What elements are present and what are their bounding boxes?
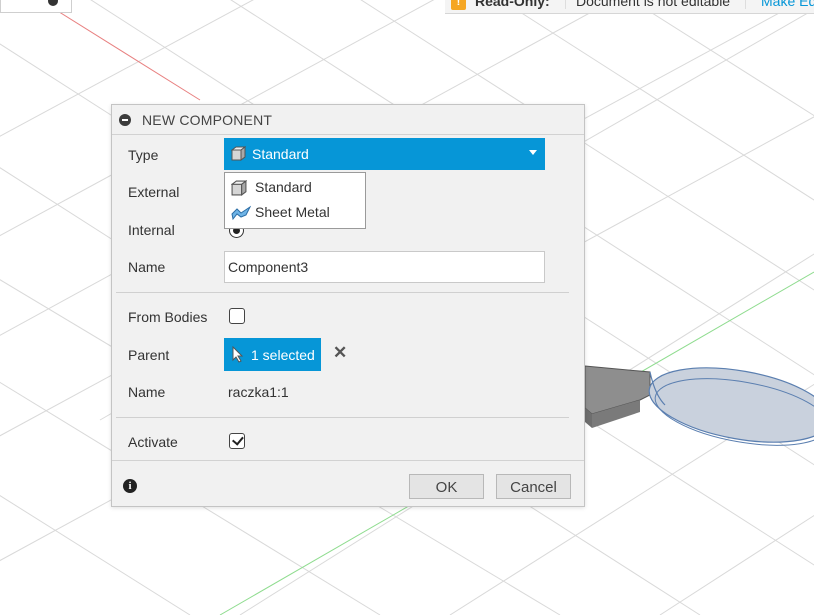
- toolbar-fragment: [0, 0, 72, 13]
- parent-selection-button[interactable]: 1 selected: [224, 338, 321, 371]
- cursor-arrow-icon: [232, 346, 244, 363]
- activate-checkbox[interactable]: [229, 433, 245, 449]
- divider: [116, 292, 569, 293]
- read-only-title: Read-Only:: [475, 0, 550, 9]
- new-component-dialog: NEW COMPONENT Type Standard Standard She…: [111, 104, 585, 507]
- type-dropdown[interactable]: Standard: [224, 138, 545, 170]
- dialog-header[interactable]: NEW COMPONENT: [112, 105, 584, 135]
- toolbar-dot-icon: [48, 0, 58, 6]
- activate-label: Activate: [128, 434, 178, 450]
- type-option-sheet-metal[interactable]: Sheet Metal: [225, 200, 365, 224]
- checkmark-icon: [231, 433, 244, 446]
- sheet-metal-icon: [231, 205, 251, 221]
- cube-icon: [231, 146, 246, 161]
- type-selected-value: Standard: [252, 146, 309, 162]
- from-bodies-label: From Bodies: [128, 309, 208, 325]
- internal-label: Internal: [128, 222, 175, 238]
- read-only-message: Document is not editable: [565, 0, 766, 9]
- option-label: Sheet Metal: [255, 204, 330, 220]
- type-option-standard[interactable]: Standard: [225, 175, 365, 199]
- warning-icon: !: [451, 0, 466, 10]
- type-label: Type: [128, 147, 159, 163]
- selection-count: 1 selected: [251, 347, 315, 363]
- option-label: Standard: [255, 179, 312, 195]
- collapse-icon[interactable]: [119, 114, 131, 126]
- cancel-button[interactable]: Cancel: [496, 474, 571, 499]
- external-label: External: [128, 184, 180, 200]
- clear-selection-close-icon[interactable]: ✕: [333, 344, 347, 361]
- read-only-banner: ! Read-Only: Document is not editable Ma…: [445, 0, 814, 14]
- make-editable-link[interactable]: Make Ed: [745, 0, 814, 9]
- divider: [116, 417, 569, 418]
- parent-label: Parent: [128, 347, 170, 363]
- chevron-down-icon: [529, 150, 537, 155]
- model-part: [584, 365, 814, 446]
- dialog-title: NEW COMPONENT: [142, 112, 273, 128]
- parent-name-value: raczka1:1: [228, 384, 289, 400]
- ok-button[interactable]: OK: [409, 474, 484, 499]
- component-name-input[interactable]: [224, 251, 545, 283]
- cube-icon: [231, 180, 247, 196]
- from-bodies-checkbox[interactable]: [229, 308, 245, 324]
- parent-name-label: Name: [128, 384, 166, 400]
- info-icon[interactable]: i: [123, 479, 137, 493]
- name-label: Name: [128, 259, 166, 275]
- dialog-footer: i OK Cancel: [112, 460, 584, 507]
- type-options-list: Standard Sheet Metal: [224, 172, 366, 229]
